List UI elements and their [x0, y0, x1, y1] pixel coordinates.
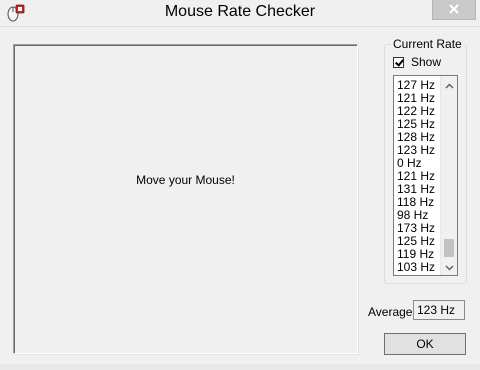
window-bottom-edge: [0, 364, 480, 370]
ok-button[interactable]: OK: [384, 333, 466, 355]
rate-list: 127 Hz 121 Hz 122 Hz 125 Hz 128 Hz 123 H…: [397, 79, 435, 274]
rate-listbox[interactable]: 127 Hz 121 Hz 122 Hz 125 Hz 128 Hz 123 H…: [393, 75, 458, 276]
current-rate-group-label: Current Rate: [391, 37, 464, 51]
average-value: 123 Hz: [417, 303, 456, 317]
title-bar[interactable]: Mouse Rate Checker: [0, 0, 480, 26]
show-checkbox-label[interactable]: Show: [411, 55, 441, 69]
chevron-up-icon: [444, 78, 454, 92]
mouse-move-area[interactable]: Move your Mouse!: [13, 44, 358, 354]
scroll-up-button[interactable]: [441, 76, 457, 93]
average-label: Average: [368, 305, 413, 319]
close-icon: [449, 2, 459, 17]
title-divider: [0, 26, 480, 27]
close-button[interactable]: [432, 0, 476, 20]
rate-list-scrollbar[interactable]: [440, 76, 457, 275]
average-value-field: 123 Hz: [413, 300, 465, 320]
list-item[interactable]: 103 Hz: [397, 261, 435, 274]
move-instruction-label: Move your Mouse!: [136, 173, 235, 187]
scroll-down-button[interactable]: [441, 258, 457, 275]
show-checkbox-row[interactable]: Show: [393, 55, 441, 69]
ok-button-label: OK: [416, 337, 434, 351]
scroll-thumb[interactable]: [444, 239, 454, 257]
show-checkbox[interactable]: [393, 56, 404, 68]
window-title: Mouse Rate Checker: [164, 3, 316, 20]
chevron-down-icon: [444, 260, 454, 274]
